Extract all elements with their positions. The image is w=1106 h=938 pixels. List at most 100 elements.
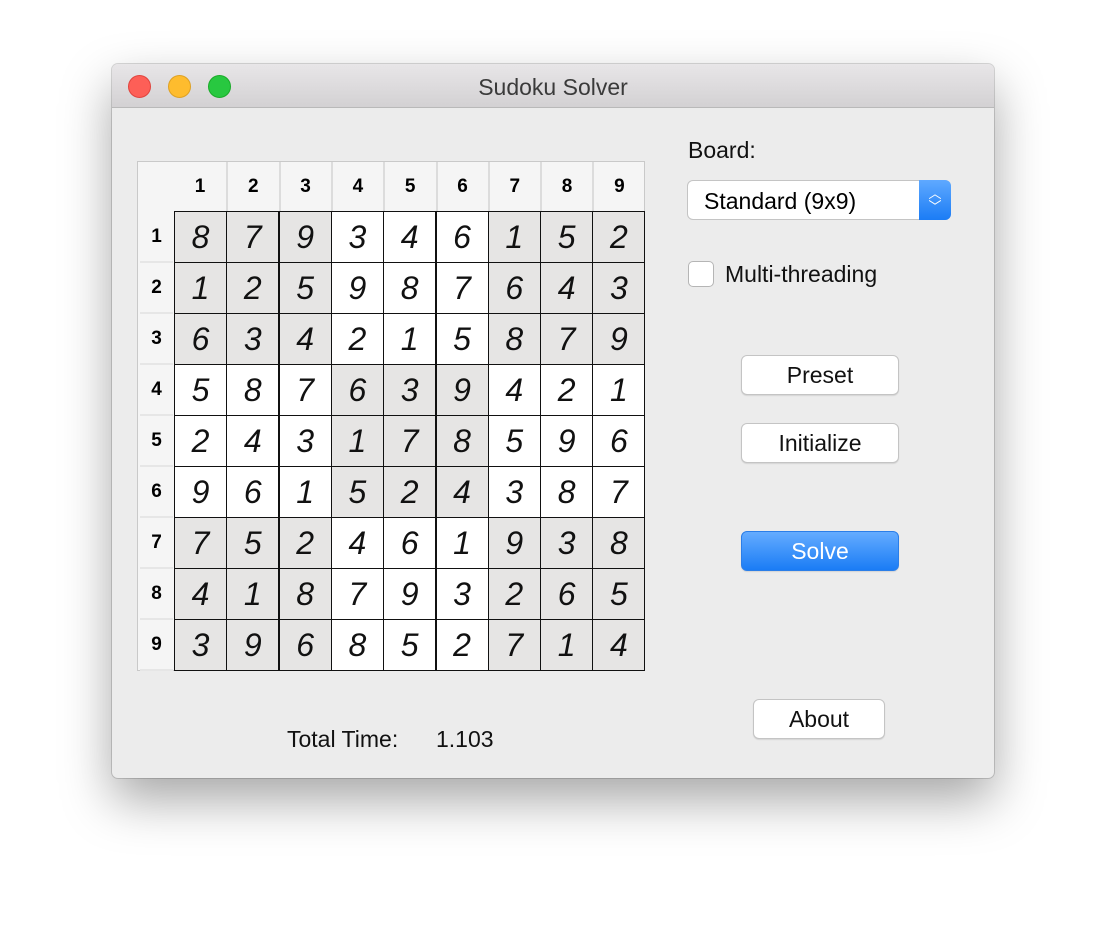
grid-cell[interactable]: 2	[278, 517, 332, 569]
grid-cell[interactable]: 3	[487, 466, 541, 518]
grid-cell[interactable]: 4	[330, 517, 384, 569]
title-bar: Sudoku Solver	[112, 64, 994, 108]
grid-cell[interactable]: 1	[435, 517, 489, 569]
grid-cell[interactable]: 9	[226, 619, 280, 671]
grid-cell[interactable]: 9	[174, 466, 227, 518]
grid-cell[interactable]: 4	[487, 364, 541, 416]
grid-cell[interactable]: 4	[226, 415, 280, 467]
grid-cell[interactable]: 8	[278, 568, 332, 620]
grid-cell[interactable]: 5	[383, 619, 437, 671]
grid-cell[interactable]: 2	[226, 262, 280, 314]
grid-cell[interactable]: 5	[278, 262, 332, 314]
grid-cell[interactable]: 3	[226, 313, 280, 365]
grid-cell[interactable]: 9	[330, 262, 384, 314]
grid-cell[interactable]: 2	[383, 466, 437, 518]
grid-cell[interactable]: 4	[540, 262, 594, 314]
grid-cell[interactable]: 5	[592, 568, 646, 620]
column-header: 3	[278, 162, 331, 212]
grid-cell[interactable]: 9	[487, 517, 541, 569]
grid-cell[interactable]: 7	[592, 466, 646, 518]
row-header: 3	[140, 314, 173, 365]
grid-cell[interactable]: 3	[330, 211, 384, 263]
grid-cell[interactable]: 4	[383, 211, 437, 263]
grid-cell[interactable]: 1	[592, 364, 646, 416]
grid-cell[interactable]: 5	[487, 415, 541, 467]
column-header: 7	[487, 162, 540, 212]
grid-cell[interactable]: 6	[435, 211, 489, 263]
grid-cell[interactable]: 2	[592, 211, 646, 263]
grid-cell[interactable]: 3	[383, 364, 437, 416]
grid-cell[interactable]: 8	[226, 364, 280, 416]
grid-cell[interactable]: 5	[174, 364, 227, 416]
grid-cell[interactable]: 1	[383, 313, 437, 365]
grid-cell[interactable]: 3	[540, 517, 594, 569]
grid-cell[interactable]: 8	[330, 619, 384, 671]
grid-cell[interactable]: 8	[383, 262, 437, 314]
grid-cell[interactable]: 2	[435, 619, 489, 671]
grid-cell[interactable]: 1	[174, 262, 227, 314]
grid-cell[interactable]: 1	[278, 466, 332, 518]
grid-cell[interactable]: 3	[435, 568, 489, 620]
grid-cell[interactable]: 7	[226, 211, 280, 263]
grid-cell[interactable]: 8	[174, 211, 227, 263]
row-header: 5	[140, 416, 173, 467]
grid-cell[interactable]: 7	[174, 517, 227, 569]
about-button[interactable]: About	[753, 699, 885, 739]
grid-cell[interactable]: 6	[540, 568, 594, 620]
grid-cell[interactable]: 3	[174, 619, 227, 671]
grid-cell[interactable]: 5	[330, 466, 384, 518]
grid-cell[interactable]: 6	[226, 466, 280, 518]
board-select-value: Standard (9x9)	[704, 188, 857, 214]
grid-cell[interactable]: 7	[487, 619, 541, 671]
grid-cell[interactable]: 5	[540, 211, 594, 263]
initialize-button[interactable]: Initialize	[741, 423, 899, 463]
grid-cell[interactable]: 6	[592, 415, 646, 467]
grid-cell[interactable]: 7	[435, 262, 489, 314]
grid-cell[interactable]: 9	[278, 211, 332, 263]
grid-cell[interactable]: 9	[592, 313, 646, 365]
grid-cell[interactable]: 8	[435, 415, 489, 467]
solve-button[interactable]: Solve	[741, 531, 899, 571]
grid-cell[interactable]: 6	[383, 517, 437, 569]
grid-cell[interactable]: 7	[278, 364, 332, 416]
grid-cell[interactable]: 5	[226, 517, 280, 569]
board-select[interactable]: Standard (9x9) ︿ ﹀	[687, 180, 951, 220]
grid-cell[interactable]: 2	[540, 364, 594, 416]
grid-cell[interactable]: 3	[278, 415, 332, 467]
column-header: 4	[330, 162, 383, 212]
grid-cell[interactable]: 8	[487, 313, 541, 365]
grid-cell[interactable]: 8	[592, 517, 646, 569]
row-header: 8	[140, 569, 173, 620]
grid-cell[interactable]: 1	[487, 211, 541, 263]
grid-cell[interactable]: 6	[278, 619, 332, 671]
grid-cell[interactable]: 4	[592, 619, 646, 671]
column-header: 9	[592, 162, 644, 212]
row-header: 1	[140, 212, 173, 263]
grid-cell[interactable]: 2	[174, 415, 227, 467]
sudoku-grid: 1234567891234567898793461521259876436342…	[137, 161, 646, 671]
grid-cell[interactable]: 9	[540, 415, 594, 467]
grid-cell[interactable]: 1	[540, 619, 594, 671]
grid-cell[interactable]: 5	[435, 313, 489, 365]
grid-cell[interactable]: 7	[540, 313, 594, 365]
grid-cell[interactable]: 6	[330, 364, 384, 416]
grid-cell[interactable]: 9	[435, 364, 489, 416]
grid-cell[interactable]: 1	[330, 415, 384, 467]
grid-cell[interactable]: 4	[435, 466, 489, 518]
grid-cell[interactable]: 4	[278, 313, 332, 365]
grid-cell[interactable]: 1	[226, 568, 280, 620]
preset-button[interactable]: Preset	[741, 355, 899, 395]
grid-cell[interactable]: 6	[487, 262, 541, 314]
grid-cell[interactable]: 2	[487, 568, 541, 620]
grid-cell[interactable]: 6	[174, 313, 227, 365]
grid-cell[interactable]: 9	[383, 568, 437, 620]
grid-cell[interactable]: 7	[383, 415, 437, 467]
column-header: 2	[226, 162, 278, 212]
grid-cell[interactable]: 3	[592, 262, 646, 314]
column-header: 5	[383, 162, 435, 212]
multithreading-checkbox[interactable]	[688, 261, 714, 287]
grid-cell[interactable]: 7	[330, 568, 384, 620]
grid-cell[interactable]: 8	[540, 466, 594, 518]
grid-cell[interactable]: 2	[330, 313, 384, 365]
grid-cell[interactable]: 4	[174, 568, 227, 620]
